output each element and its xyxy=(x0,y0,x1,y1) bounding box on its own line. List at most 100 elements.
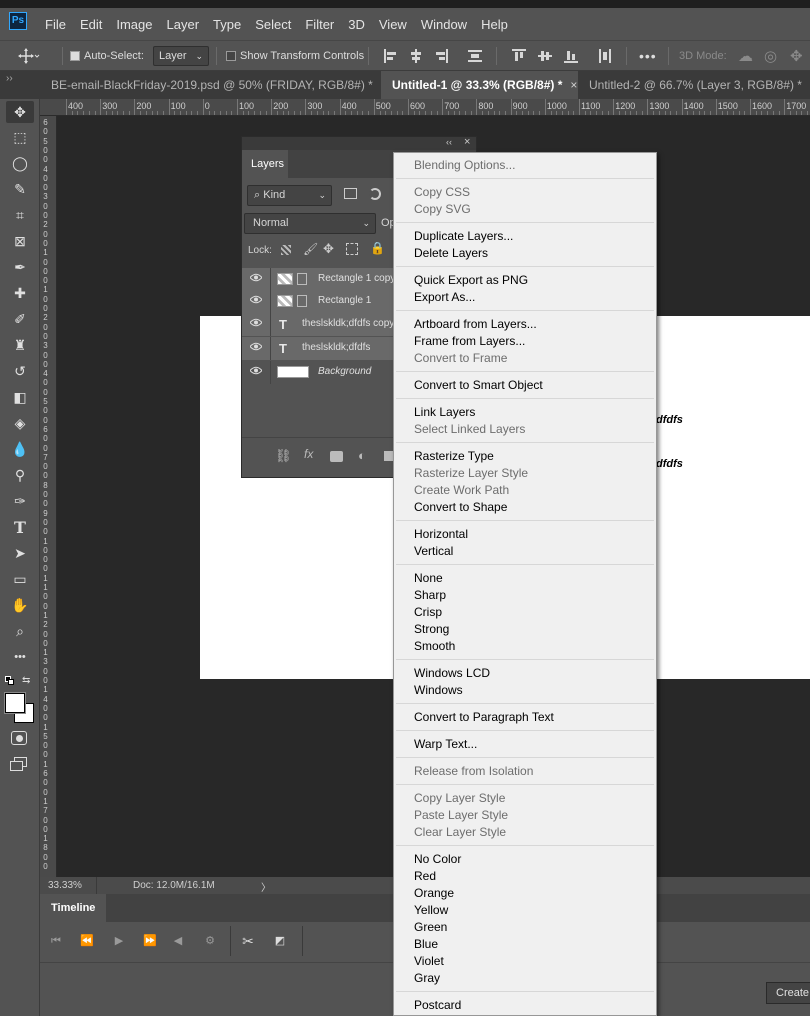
lock-image-icon[interactable]: 🖌 xyxy=(303,242,318,256)
lock-all-icon[interactable]: 🔒 xyxy=(370,241,385,255)
previous-frame-icon[interactable]: ⏪ xyxy=(77,930,97,952)
menu-file[interactable]: File xyxy=(38,17,73,32)
show-transform-checkbox[interactable]: Show Transform Controls xyxy=(226,41,364,71)
menu-3d[interactable]: 3D xyxy=(341,17,372,32)
menu-edit[interactable]: Edit xyxy=(73,17,109,32)
zoom-level[interactable]: 33.33% xyxy=(48,880,82,891)
context-menu-item[interactable]: Yellow xyxy=(414,902,448,919)
transition-icon[interactable]: ◩ xyxy=(270,930,290,952)
context-menu-item[interactable]: Link Layers xyxy=(414,404,475,421)
menu-image[interactable]: Image xyxy=(109,17,159,32)
filter-adjustment-icon[interactable] xyxy=(369,188,381,200)
lock-artboard-icon[interactable] xyxy=(346,243,358,255)
zoom-tool-icon[interactable]: ⌕ xyxy=(6,620,34,642)
context-menu-item[interactable]: Artboard from Layers... xyxy=(414,316,537,333)
panel-collapse-toggle[interactable]: ›› xyxy=(0,71,40,99)
status-menu-arrow-icon[interactable]: 〉 xyxy=(261,879,271,894)
context-menu-item[interactable]: Green xyxy=(414,919,447,936)
settings-gear-icon[interactable]: ⚙ xyxy=(200,930,220,952)
auto-select-target-dropdown[interactable]: Layer ⌄ xyxy=(153,41,209,71)
menu-view[interactable]: View xyxy=(372,17,414,32)
align-right-icon[interactable] xyxy=(434,49,448,63)
layer-filter-dropdown[interactable]: ⌕ Kind ⌄ xyxy=(247,185,332,206)
align-horizontal-center-icon[interactable] xyxy=(409,49,423,63)
audio-icon[interactable]: ◀ xyxy=(168,930,188,952)
3d-pan-icon[interactable]: ✥ xyxy=(790,41,803,71)
paint-bucket-tool-icon[interactable]: ◈ xyxy=(6,412,34,434)
tab-untitled-1[interactable]: Untitled-1 @ 33.3% (RGB/8#) * × xyxy=(381,71,578,99)
healing-brush-tool-icon[interactable]: ✚ xyxy=(6,282,34,304)
align-left-icon[interactable] xyxy=(384,49,398,63)
context-menu-item[interactable]: Windows LCD xyxy=(414,665,490,682)
context-menu-item[interactable]: Rasterize Type xyxy=(414,448,494,465)
blur-tool-icon[interactable]: 💧 xyxy=(6,438,34,460)
eraser-tool-icon[interactable]: ◧ xyxy=(6,386,34,408)
context-menu-item[interactable]: Convert to Smart Object xyxy=(414,377,543,394)
context-menu-item[interactable]: Sharp xyxy=(414,587,446,604)
collapse-panel-icon[interactable]: ‹‹ xyxy=(446,137,452,147)
context-menu-item[interactable]: Crisp xyxy=(414,604,442,621)
context-menu-item[interactable]: Vertical xyxy=(414,543,453,560)
context-menu-item[interactable]: Export As... xyxy=(414,289,475,306)
blend-mode-dropdown[interactable]: Normal ⌄ xyxy=(244,213,376,234)
align-bottom-icon[interactable] xyxy=(564,49,578,63)
link-layers-icon[interactable]: ⛓ xyxy=(275,448,292,464)
visibility-eye-icon[interactable] xyxy=(250,295,262,304)
screen-mode-icon[interactable] xyxy=(10,757,28,771)
more-tools-icon[interactable]: ••• xyxy=(6,646,34,668)
auto-select-checkbox[interactable]: Auto-Select: xyxy=(70,41,144,71)
context-menu-item[interactable]: Frame from Layers... xyxy=(414,333,525,350)
context-menu-item[interactable]: Quick Export as PNG xyxy=(414,272,528,289)
context-menu-item[interactable]: Orange xyxy=(414,885,454,902)
tab-untitled-2[interactable]: Untitled-2 @ 66.7% (Layer 3, RGB/8#) *× xyxy=(578,71,810,99)
context-menu-item[interactable]: Duplicate Layers... xyxy=(414,228,513,245)
timeline-title[interactable]: Timeline xyxy=(40,894,107,922)
tab-be-email-blackfriday[interactable]: BE-email-BlackFriday-2019.psd @ 50% (FRI… xyxy=(40,71,382,99)
filter-pixel-icon[interactable] xyxy=(344,188,357,199)
clone-stamp-tool-icon[interactable]: ♜ xyxy=(6,334,34,356)
adjustment-layer-icon[interactable]: ◐ xyxy=(358,448,366,463)
brush-tool-icon[interactable]: ✐ xyxy=(6,308,34,330)
context-menu-item[interactable]: Smooth xyxy=(414,638,455,655)
dodge-tool-icon[interactable]: ⚲ xyxy=(6,464,34,486)
eyedropper-tool-icon[interactable]: ✒ xyxy=(6,256,34,278)
context-menu-item[interactable]: Horizontal xyxy=(414,526,468,543)
quick-selection-tool-icon[interactable]: ✎ xyxy=(6,178,34,200)
split-scissors-icon[interactable]: ✂ xyxy=(238,930,258,952)
type-tool-icon[interactable]: T xyxy=(6,516,34,538)
next-frame-icon[interactable]: ⏩ xyxy=(140,930,160,952)
context-menu-item[interactable]: Delete Layers xyxy=(414,245,488,262)
context-menu-item[interactable]: Warp Text... xyxy=(414,736,477,753)
close-panel-icon[interactable]: × xyxy=(464,136,470,148)
swap-colors-icon[interactable]: ⇆ xyxy=(22,675,30,686)
marquee-tool-icon[interactable]: ⬚ xyxy=(6,126,34,148)
pen-tool-icon[interactable]: ✑ xyxy=(6,490,34,512)
foreground-color-swatch[interactable] xyxy=(4,692,26,714)
play-icon[interactable]: ▶ xyxy=(109,930,129,952)
default-colors-icon[interactable] xyxy=(5,676,15,686)
hand-tool-icon[interactable]: ✋ xyxy=(6,594,34,616)
history-brush-tool-icon[interactable]: ↺ xyxy=(6,360,34,382)
lasso-tool-icon[interactable]: ◯ xyxy=(6,152,34,174)
visibility-eye-icon[interactable] xyxy=(250,342,262,351)
layer-style-fx-icon[interactable]: fx xyxy=(304,447,313,461)
rectangle-tool-icon[interactable]: ▭ xyxy=(6,568,34,590)
context-menu-item[interactable]: Windows xyxy=(414,682,463,699)
3d-orbit-icon[interactable]: ☁ xyxy=(738,41,753,71)
first-frame-icon[interactable]: ⏮ xyxy=(46,930,66,952)
menu-filter[interactable]: Filter xyxy=(298,17,341,32)
align-top-icon[interactable] xyxy=(512,49,526,63)
path-selection-tool-icon[interactable]: ➤ xyxy=(6,542,34,564)
distribute-horizontal-icon[interactable] xyxy=(598,49,612,63)
menu-layer[interactable]: Layer xyxy=(160,17,207,32)
create-timeline-button[interactable]: Create xyxy=(766,982,810,1004)
context-menu-item[interactable]: Red xyxy=(414,868,436,885)
more-options-icon[interactable]: ••• xyxy=(639,41,657,71)
3d-roll-icon[interactable]: ◎ xyxy=(764,41,777,71)
menu-window[interactable]: Window xyxy=(414,17,474,32)
context-menu-item[interactable]: Violet xyxy=(414,953,444,970)
menu-help[interactable]: Help xyxy=(474,17,515,32)
add-mask-icon[interactable] xyxy=(330,451,343,462)
context-menu-item[interactable]: Convert to Shape xyxy=(414,499,507,516)
quick-mask-icon[interactable] xyxy=(11,731,27,745)
